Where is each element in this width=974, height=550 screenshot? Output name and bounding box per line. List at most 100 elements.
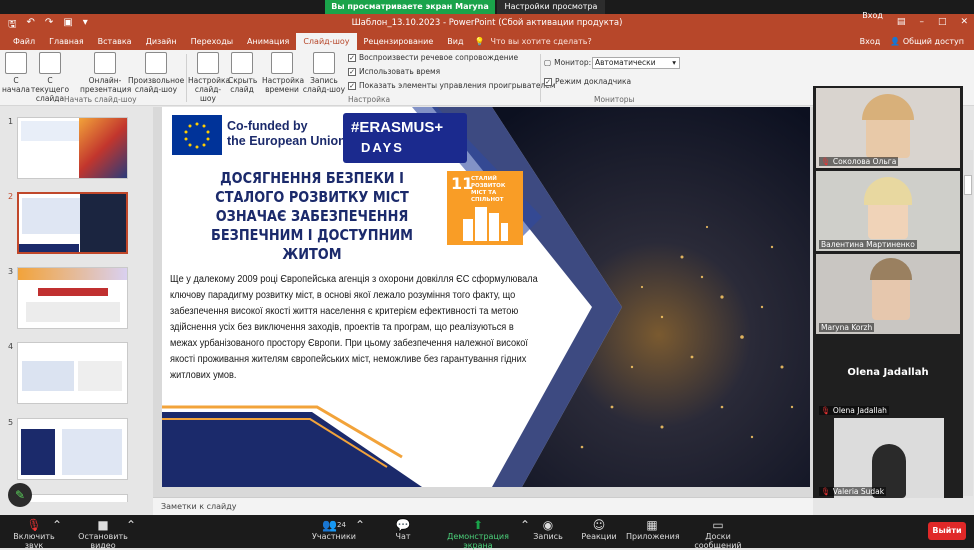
share-screen-button[interactable]: ⬆ Демонстрация экрана: [434, 518, 522, 550]
participant-name: Валентина Мартиненко: [819, 240, 917, 249]
annotate-pen-icon[interactable]: ✎: [8, 483, 32, 507]
chat-label: Чат: [395, 532, 411, 541]
notes-placeholder: Заметки к слайду: [161, 502, 237, 511]
screen-share-banner: Вы просматриваете экран Maryna Korzh: [325, 0, 495, 25]
tab-design[interactable]: Дизайн: [139, 33, 184, 50]
chat-bubble-icon: 💬: [395, 518, 411, 532]
slide-thumbnail-6[interactable]: [17, 494, 128, 502]
custom-slideshow-button[interactable]: Произвольное слайд-шоу: [128, 52, 184, 94]
slide-thumbnail-3[interactable]: [17, 267, 128, 329]
participant-name: 🎙 Olena Jadallah: [819, 406, 889, 415]
chat-button[interactable]: 💬 Чат: [388, 518, 418, 541]
record-slideshow-button[interactable]: Запись слайд-шоу: [302, 52, 346, 94]
tab-view[interactable]: Вид: [440, 33, 470, 50]
presenter-view-checkbox[interactable]: ✓ Режим докладчика: [544, 77, 631, 86]
reactions-button[interactable]: ☺ Реакции: [580, 518, 618, 541]
ribbon-options-icon[interactable]: ▤: [897, 17, 906, 27]
monitor-value: Автоматически: [595, 58, 656, 67]
use-timings-label: Использовать время: [359, 67, 441, 76]
tab-review[interactable]: Рецензирование: [357, 33, 441, 50]
participant-name: Maryna Korzh: [819, 323, 875, 332]
close-icon[interactable]: ✕: [960, 17, 968, 27]
participants-icon: 👥: [322, 518, 338, 532]
apps-icon: ▦: [646, 518, 658, 532]
avatar-hair: [864, 177, 912, 205]
tab-insert[interactable]: Вставка: [91, 33, 139, 50]
window-title: Шаблон_13.10.2023 - PowerPoint (Сбой акт…: [351, 18, 623, 28]
video-tile[interactable]: Olena Jadallah 🎙 Olena Jadallah: [816, 337, 960, 417]
login-link[interactable]: Вход: [860, 33, 881, 50]
slide-thumbnail-2[interactable]: [17, 192, 128, 254]
notes-pane[interactable]: Заметки к слайду: [153, 497, 813, 515]
video-tile[interactable]: Maryna Korzh: [816, 254, 960, 334]
record-button[interactable]: ◉ Запись: [530, 518, 566, 541]
video-tile[interactable]: Валентина Мартиненко: [816, 171, 960, 251]
tab-slideshow[interactable]: Слайд-шоу: [296, 33, 357, 50]
maximize-icon[interactable]: □: [938, 17, 947, 27]
share-screen-label: Демонстрация экрана: [447, 532, 509, 550]
narration-checkbox[interactable]: ✓ Воспроизвести речевое сопровождение: [348, 53, 518, 62]
audio-options-chevron[interactable]: ⌃: [52, 518, 62, 532]
slide-number: 2: [8, 192, 14, 201]
view-options-button[interactable]: Настройки просмотра: [497, 0, 605, 14]
eu-line1: Co-funded by: [227, 119, 308, 133]
slide-thumbnails-pane: 1 2 3 4 5 ✎: [0, 107, 152, 507]
participants-options-chevron[interactable]: ⌃: [355, 518, 365, 532]
participants-icon-row: 👥24: [310, 518, 358, 532]
slideshow-current-icon: [39, 52, 61, 74]
setup-slideshow-button[interactable]: Настройка слайд-шоу: [188, 52, 230, 103]
scroll-thumb[interactable]: [964, 175, 972, 195]
monitor-icon: ▢: [544, 58, 552, 67]
tab-animations[interactable]: Анимация: [240, 33, 296, 50]
monitor-label: ▢ Монитор:: [544, 58, 591, 67]
erasmus-days-logo: #ERASMUS+ DAYS: [343, 113, 467, 163]
share-options-chevron[interactable]: ⌃: [520, 518, 530, 532]
online-present-button[interactable]: Онлайн-презентация: [80, 52, 131, 94]
group-label-setup: Настройка: [348, 95, 391, 104]
from-beginning-button[interactable]: С начала: [2, 52, 30, 94]
apps-button[interactable]: ▦ Приложения: [626, 518, 680, 541]
share-button[interactable]: 👤 Общий доступ: [890, 33, 964, 50]
avatar-hair: [870, 258, 912, 280]
title-bar: 🖫 ↶ ↷ ▣ ▾ Шаблон_13.10.2023 - PowerPoint…: [0, 11, 974, 33]
minimize-icon[interactable]: –: [919, 17, 924, 27]
participants-button[interactable]: 👥24 Участники: [310, 518, 358, 541]
muted-mic-icon: 🎙: [821, 487, 831, 496]
eu-stars-icon: [184, 122, 210, 149]
slide-canvas[interactable]: Co-funded by the European Union #ERASMUS…: [162, 107, 810, 487]
tab-home[interactable]: Главная: [42, 33, 91, 50]
monitor-text: Монитор:: [554, 58, 592, 67]
video-tile[interactable]: 🎙 Valeria Sudak: [816, 418, 960, 498]
record-icon: ◉: [542, 518, 554, 532]
days-text: DAYS: [361, 140, 404, 155]
slide-thumbnail-1[interactable]: [17, 117, 128, 179]
chevron-up-icon: ⌃: [126, 518, 137, 532]
video-tile[interactable]: 🎙 Соколова Ольга: [816, 88, 960, 168]
rehearse-timings-button[interactable]: Настройка времени: [262, 52, 304, 94]
tell-me-search[interactable]: Что вы хотите сделать?: [490, 37, 591, 46]
apps-label: Приложения: [626, 532, 680, 541]
slide-thumbnail-4[interactable]: [17, 342, 128, 404]
media-controls-checkbox[interactable]: ✓ Показать элементы управления проигрыват…: [348, 81, 556, 90]
muted-mic-icon: 🎙: [821, 406, 831, 415]
slideshow-start-icon: [5, 52, 27, 74]
window-controls: Вход ▤ – □ ✕: [862, 11, 968, 27]
slide-headline: ДОСЯГНЕННЯ БЕЗПЕКИ І СТАЛОГО РОЗВИТКУ МІ…: [211, 169, 413, 263]
whiteboards-button[interactable]: ▭ Доски сообщений: [684, 518, 752, 550]
vertical-scrollbar[interactable]: [963, 150, 973, 496]
hide-slide-button[interactable]: Скрыть слайд: [228, 52, 257, 94]
presenter-view-label: Режим докладчика: [555, 77, 632, 86]
participant-name: 🎙 Valeria Sudak: [819, 487, 887, 496]
ribbon-right-controls: Вход 👤 Общий доступ: [860, 33, 964, 50]
leave-button[interactable]: Выйти: [928, 522, 966, 540]
monitor-select[interactable]: Автоматически ▾: [592, 57, 680, 69]
video-options-chevron[interactable]: ⌃: [126, 518, 136, 532]
use-timings-checkbox[interactable]: ✓ Использовать время: [348, 67, 440, 76]
tab-file[interactable]: Файл: [6, 33, 42, 50]
signin-link[interactable]: Вход: [862, 11, 883, 27]
participant-name-text: Valeria Sudak: [832, 487, 885, 496]
slide-number: 4: [8, 342, 14, 351]
tab-transitions[interactable]: Переходы: [184, 33, 240, 50]
unmute-label: Включить звук: [13, 532, 55, 550]
slide-thumbnail-5[interactable]: [17, 418, 128, 480]
